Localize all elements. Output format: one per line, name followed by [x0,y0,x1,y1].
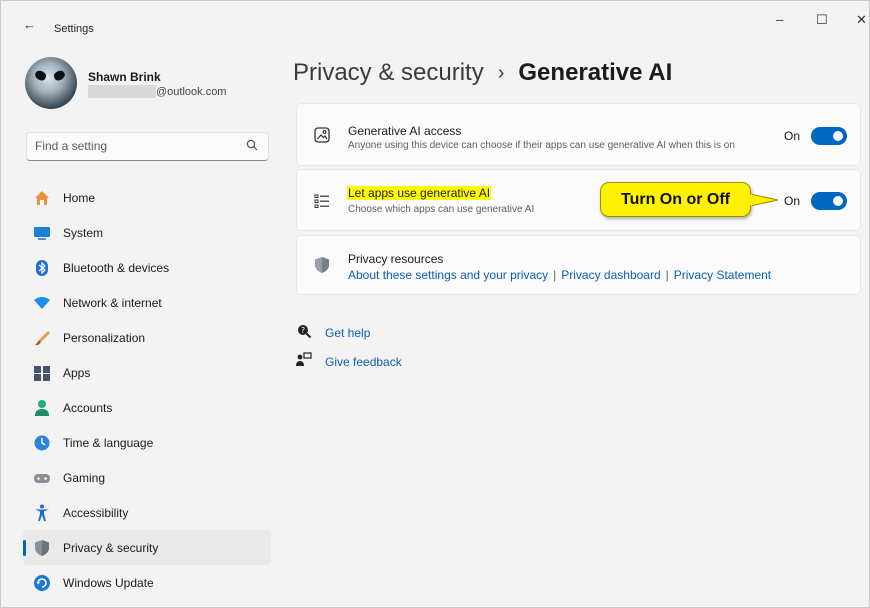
sidebar-item-privacy-security[interactable]: Privacy & security [23,530,271,565]
give-feedback-label: Give feedback [325,355,402,369]
sidebar-item-windows-update[interactable]: Windows Update [23,565,271,600]
sidebar-item-label: Network & internet [63,296,162,310]
network-icon [33,294,51,312]
system-icon [33,224,51,242]
breadcrumb-separator: › [497,61,505,84]
get-help-label: Get help [325,326,371,340]
get-help-icon: ? [298,325,312,339]
user-profile[interactable]: Shawn Brink @outlook.com [25,57,265,113]
let-apps-use-generative-ai-toggle[interactable] [811,192,847,210]
profile-email-domain: @outlook.com [156,85,227,98]
generative-ai-access-state: On [784,129,801,143]
sidebar-item-personalization[interactable]: Personalization [23,320,271,355]
link-separator: | [665,268,669,282]
generative-ai-access-title: Generative AI access [348,124,462,138]
generative-ai-access-description: Anyone using this device can choose if t… [348,140,735,151]
close-button[interactable]: ✕ [856,12,867,28]
sidebar-item-label: Home [63,191,96,205]
bluetooth-icon [33,259,51,277]
sidebar-item-label: Windows Update [63,576,154,590]
sidebar-item-label: Time & language [63,436,154,450]
avatar [25,57,77,109]
home-icon [33,189,51,207]
get-help-link[interactable]: ? Get help [296,323,496,352]
time-language-icon [33,434,51,452]
email-redaction [88,85,156,98]
svg-text:?: ? [301,326,305,335]
sidebar-item-label: Personalization [63,331,146,345]
back-arrow-icon[interactable]: ← [23,17,36,32]
generative-ai-access-toggle[interactable] [811,127,847,145]
sidebar-item-accounts[interactable]: Accounts [23,390,271,425]
shield-icon [33,539,51,557]
search-box[interactable] [26,132,269,161]
give-feedback-link[interactable]: Give feedback [296,352,496,381]
let-apps-use-generative-ai-title: Let apps use generative AI [347,186,492,200]
list-icon [314,194,329,208]
window-title: Settings [54,23,94,35]
breadcrumb-parent[interactable]: Privacy & security [293,59,484,87]
privacy-dashboard-link[interactable]: Privacy dashboard [561,268,660,282]
minimize-button[interactable]: – [776,12,783,27]
callout-pointer [750,193,779,207]
ai-image-icon [314,127,330,143]
help-links: ? Get help Give feedback [296,323,496,381]
sidebar-nav: Home System Bluetooth & devices Network … [23,180,271,600]
privacy-resources-title: Privacy resources [348,252,444,266]
accessibility-icon [33,504,51,522]
sidebar-item-label: System [63,226,104,240]
generative-ai-access-card: Generative AI access Anyone using this d… [296,103,861,166]
profile-email: @outlook.com [88,85,226,98]
selection-indicator [23,540,26,556]
sidebar-item-label: Accessibility [63,506,129,520]
annotation-callout: Turn On or Off [600,182,751,217]
sidebar-item-accessibility[interactable]: Accessibility [23,495,271,530]
privacy-resources-links: About these settings and your privacy | … [348,268,771,282]
feedback-icon [296,352,312,366]
page-title: Generative AI [518,59,673,86]
sidebar-item-network[interactable]: Network & internet [23,285,271,320]
sidebar-item-gaming[interactable]: Gaming [23,460,271,495]
privacy-resources-card: Privacy resources About these settings a… [296,235,861,295]
sidebar-item-label: Gaming [63,471,106,485]
apps-icon [33,364,51,382]
sidebar-item-label: Privacy & security [63,541,159,555]
sidebar-item-home[interactable]: Home [23,180,271,215]
search-input[interactable] [35,139,240,153]
maximize-button[interactable]: ☐ [816,12,828,28]
sidebar-item-apps[interactable]: Apps [23,355,271,390]
let-apps-use-generative-ai-state: On [784,194,801,208]
sidebar-item-bluetooth[interactable]: Bluetooth & devices [23,250,271,285]
windows-update-icon [33,574,51,592]
about-settings-privacy-link[interactable]: About these settings and your privacy [348,268,548,282]
gaming-icon [33,469,51,487]
brush-icon [33,329,51,347]
shield-icon [315,257,329,273]
link-separator: | [553,268,557,282]
sidebar-item-label: Bluetooth & devices [63,261,170,275]
accounts-icon [33,399,51,417]
sidebar-item-time-language[interactable]: Time & language [23,425,271,460]
profile-name: Shawn Brink [88,70,161,84]
sidebar-item-label: Apps [63,366,91,380]
search-icon[interactable] [246,139,258,151]
let-apps-use-generative-ai-description: Choose which apps can use generative AI [348,204,535,215]
privacy-statement-link[interactable]: Privacy Statement [674,268,771,282]
title-bar: ← Settings – ☐ ✕ [1,1,869,41]
settings-window: ← Settings – ☐ ✕ Shawn Brink @outlook.co… [0,0,870,608]
breadcrumb: Privacy & security › Generative AI [293,59,672,87]
sidebar-item-system[interactable]: System [23,215,271,250]
sidebar-item-label: Accounts [63,401,113,415]
